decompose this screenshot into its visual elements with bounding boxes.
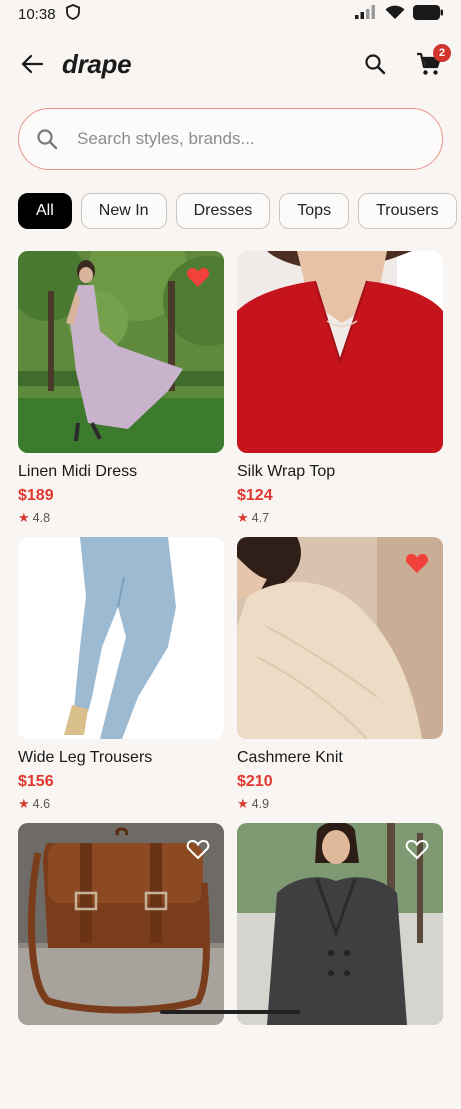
product-image[interactable] xyxy=(237,251,443,453)
search-button[interactable] xyxy=(361,50,389,78)
filter-chip-all[interactable]: All xyxy=(18,193,72,229)
search-bar[interactable] xyxy=(18,108,443,170)
product-rating: ★ 4.7 xyxy=(237,510,443,526)
cart-button[interactable]: 2 xyxy=(415,50,443,78)
product-image[interactable] xyxy=(237,537,443,739)
product-image[interactable] xyxy=(237,823,443,1025)
heart-filled-icon xyxy=(405,552,429,574)
star-icon: ★ xyxy=(237,796,249,812)
product-rating: ★ 4.6 xyxy=(18,796,224,812)
shield-status-icon xyxy=(66,4,80,24)
app-title: drape xyxy=(62,49,131,80)
product-image[interactable] xyxy=(18,823,224,1025)
cart-count-badge: 2 xyxy=(433,44,451,62)
product-card[interactable]: Wide Leg Trousers $156 ★ 4.6 xyxy=(18,537,224,823)
product-name: Cashmere Knit xyxy=(237,749,443,767)
favorite-button[interactable] xyxy=(405,837,429,861)
rating-value: 4.7 xyxy=(252,511,269,525)
product-card[interactable]: Cashmere Knit $210 ★ 4.9 xyxy=(237,537,443,823)
back-button[interactable] xyxy=(18,50,46,78)
search-input[interactable] xyxy=(77,129,397,149)
rating-value: 4.8 xyxy=(33,511,50,525)
status-bar: 10:38 xyxy=(0,0,461,28)
rating-value: 4.6 xyxy=(33,797,50,811)
product-name: Wide Leg Trousers xyxy=(18,749,224,767)
product-grid: Linen Midi Dress $189 ★ 4.8 Silk Wrap To… xyxy=(18,251,443,1109)
product-card[interactable]: Silk Wrap Top $124 ★ 4.7 xyxy=(237,251,443,537)
signal-icon xyxy=(355,5,377,23)
star-icon: ★ xyxy=(18,510,30,526)
star-icon: ★ xyxy=(237,510,249,526)
filter-chip-dresses[interactable]: Dresses xyxy=(176,193,271,229)
product-rating: ★ 4.9 xyxy=(237,796,443,812)
product-card[interactable]: Linen Midi Dress $189 ★ 4.8 xyxy=(18,251,224,537)
product-card[interactable] xyxy=(237,823,443,1109)
rating-value: 4.9 xyxy=(252,797,269,811)
product-image[interactable] xyxy=(18,537,224,739)
home-indicator[interactable] xyxy=(160,1010,300,1014)
arrow-left-icon xyxy=(21,54,43,74)
filter-chip-new-in[interactable]: New In xyxy=(81,193,167,229)
product-name: Silk Wrap Top xyxy=(237,463,443,481)
search-icon xyxy=(364,53,386,75)
filter-chip-tops[interactable]: Tops xyxy=(279,193,349,229)
filter-chips: All New In Dresses Tops Trousers xyxy=(18,193,461,229)
product-price: $210 xyxy=(237,773,443,791)
product-name: Linen Midi Dress xyxy=(18,463,224,481)
status-time: 10:38 xyxy=(18,6,56,23)
battery-icon xyxy=(413,5,443,24)
app-bar: drape 2 xyxy=(0,40,461,88)
favorite-button[interactable] xyxy=(186,265,210,289)
product-rating: ★ 4.8 xyxy=(18,510,224,526)
favorite-button[interactable] xyxy=(186,837,210,861)
filter-chip-trousers[interactable]: Trousers xyxy=(358,193,457,229)
product-price: $156 xyxy=(18,773,224,791)
heart-filled-icon xyxy=(186,266,210,288)
product-card[interactable] xyxy=(18,823,224,1109)
favorite-button[interactable] xyxy=(405,551,429,575)
heart-outline-icon xyxy=(186,838,210,860)
heart-outline-icon xyxy=(405,838,429,860)
wifi-icon xyxy=(385,5,405,24)
product-image[interactable] xyxy=(18,251,224,453)
search-field-icon xyxy=(35,127,59,151)
star-icon: ★ xyxy=(18,796,30,812)
product-price: $189 xyxy=(18,487,224,505)
product-price: $124 xyxy=(237,487,443,505)
